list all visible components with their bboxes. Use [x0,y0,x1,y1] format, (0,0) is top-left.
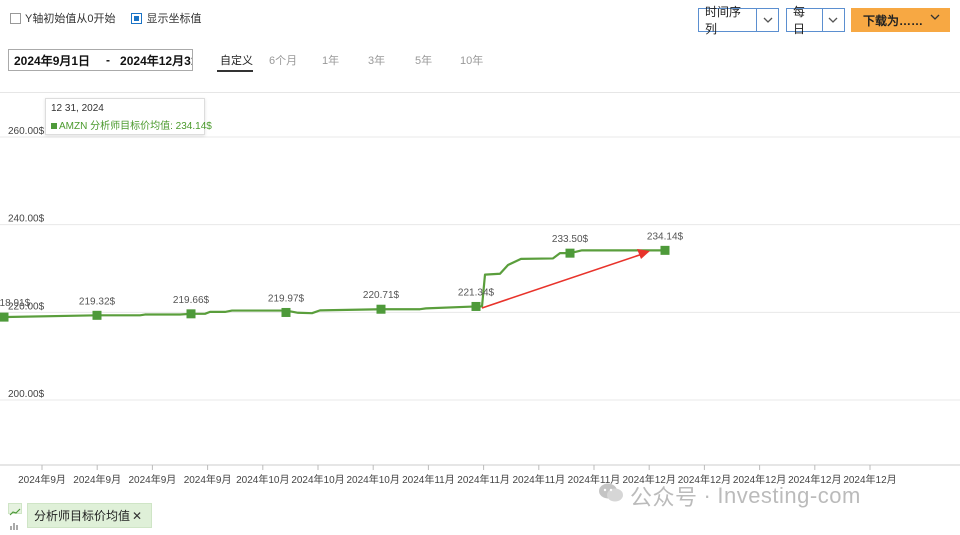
tab-1-year[interactable]: 1年 [322,52,339,68]
active-tab-underline [217,70,253,72]
tab-custom[interactable]: 自定义 [220,52,253,68]
x-tick-label: 2024年11月 [512,473,565,486]
grid [0,136,960,466]
y-axis: 260.00$240.00$220.00$200.00$ [8,126,45,400]
download-label: 下载为…… [863,13,924,28]
x-tick-label: 2024年10月 [291,473,344,486]
data-label: 233.50$ [552,234,589,245]
data-point-marker [186,309,196,319]
chart[interactable]: 260.00$240.00$220.00$200.00$ 2024年9月 2024… [0,92,960,492]
data-point-marker [92,310,102,320]
data-label: 219.32$ [79,296,116,307]
data-label: 221.34$ [458,287,495,298]
view-select[interactable]: 时间序列 [698,5,779,36]
tab-5-years[interactable]: 5年 [415,52,432,68]
tab-10-years[interactable]: 10年 [460,52,483,68]
y-tick-label: 260.00$ [8,126,45,137]
tab-6-months[interactable]: 6个月 [269,52,297,68]
data-point-marker [565,248,575,258]
x-tick-label: 2024年11月 [402,473,455,486]
date-end[interactable]: 2024年12月31E [120,52,192,69]
series-swatch-icon [51,123,57,130]
x-tick-label: 2024年11月 [457,473,510,486]
x-tick-label: 2024年9月 [184,473,232,486]
bar-chart-icon[interactable] [8,517,22,530]
data-label: 220.71$ [363,290,400,301]
show-values-checkbox[interactable] [131,12,143,24]
freq-select-value: 每日 [793,5,806,36]
data-point-marker [660,245,670,255]
x-tick-label: 2024年9月 [128,473,176,486]
tooltip-series-text: AMZN 分析师目标价均值: 234.14$ [59,121,212,132]
download-button[interactable]: 下载为…… [851,8,950,32]
chevron-down-icon [821,9,844,31]
tab-3-years[interactable]: 3年 [368,52,385,68]
x-tick-label: 2024年9月 [73,473,121,486]
toolbar-options: Y轴初始值从0开始 显示坐标值 [10,10,217,26]
data-point-marker [471,301,481,311]
show-values-label: 显示坐标值 [146,13,202,25]
data-label: 234.14$ [647,231,684,242]
close-icon[interactable]: ✕ [132,509,142,523]
data-label: 218.91$ [0,298,31,309]
data-label: 219.66$ [173,295,210,306]
freq-select[interactable]: 每日 [786,5,845,36]
watermark-text-b: Investing-com [717,483,861,508]
view-select-value: 时间序列 [705,5,742,36]
chart-tooltip: 12 31, 2024 AMZN 分析师目标价均值: 234.14$ [45,98,212,135]
data-label: 219.97$ [268,293,305,304]
date-range-input[interactable]: 2024年9月1日 - 2024年12月31E [8,49,193,71]
date-start[interactable]: 2024年9月1日 [9,52,90,69]
chevron-down-icon [930,12,940,23]
legend-series-label: 分析师目标价均值 [34,509,131,523]
chevron-down-icon [756,9,778,31]
y-tick-label: 200.00$ [8,389,45,400]
wechat-icon [598,482,624,510]
watermark-dot: · [703,483,712,508]
y-tick-label: 240.00$ [8,214,45,225]
data-point-marker [281,307,291,317]
watermark: 公众号 · Investing-com [598,480,861,512]
x-tick-label: 2024年10月 [236,473,289,486]
arrow-shaft [481,252,645,309]
x-tick-label: 2024年10月 [347,473,400,486]
date-separator: - [106,53,111,67]
chart-type-icons [8,503,22,530]
data-point-marker [0,312,9,322]
data-labels: 218.91$ 219.32$ 219.66$ 219.97$ 220.71$ 221.3… [0,231,684,309]
annotation-arrow [481,248,650,309]
tooltip-date: 12 31, 2024 [51,103,104,114]
legend-series-chip[interactable]: 分析师目标价均值 ✕ [27,503,152,528]
watermark-text-a: 公众号 [630,485,698,510]
y-from-zero-checkbox[interactable] [10,12,21,24]
tooltip-series: AMZN 分析师目标价均值: 234.14$ [51,117,212,132]
x-tick-label: 2024年9月 [18,473,66,486]
line-chart-icon[interactable] [8,503,22,516]
y-from-zero-label: Y轴初始值从0开始 [25,13,116,25]
data-point-marker [376,304,386,314]
